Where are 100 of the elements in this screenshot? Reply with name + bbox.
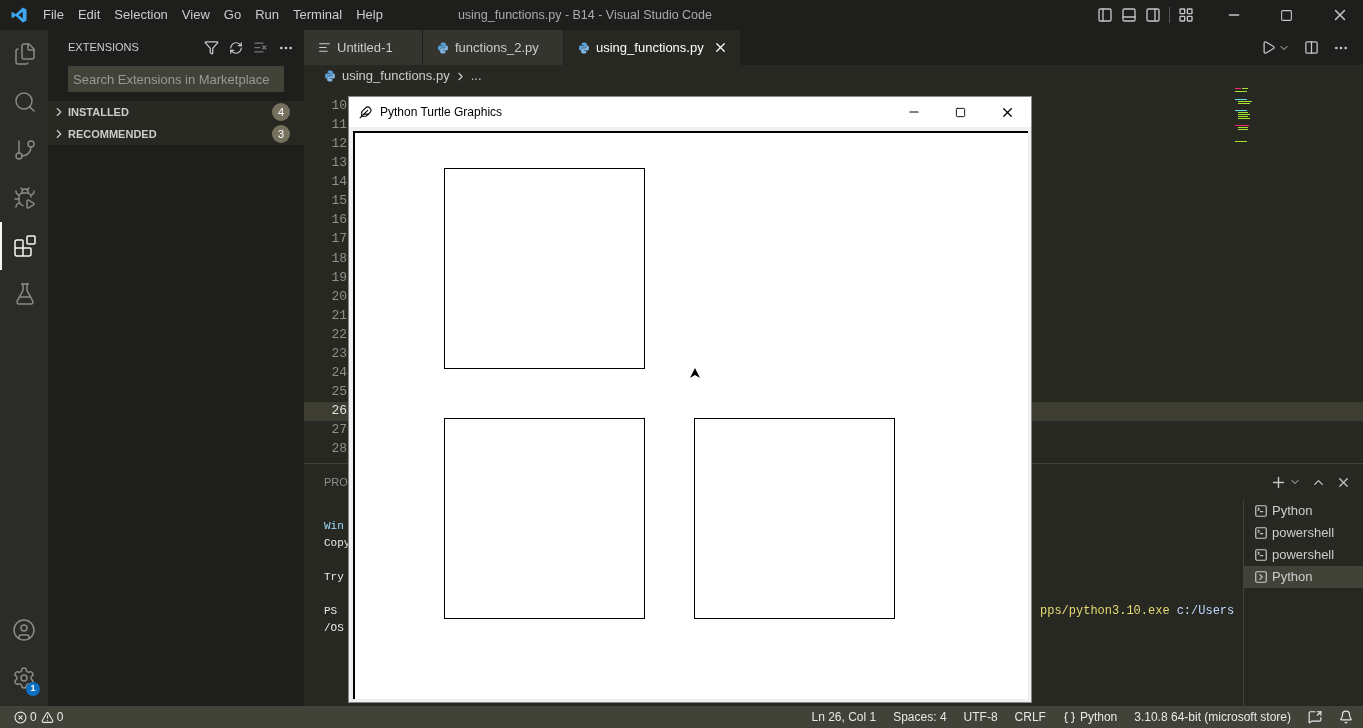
feather-icon — [359, 105, 372, 119]
line-number: 16 — [330, 211, 347, 230]
count-badge: 4 — [272, 103, 290, 121]
terminal-line: PS — [324, 604, 339, 619]
line-number: 27 — [330, 421, 347, 440]
files-icon — [13, 42, 37, 66]
error-count[interactable]: 0 — [30, 708, 37, 726]
customize-layout-icon[interactable] — [1178, 7, 1194, 23]
toggle-panel-icon[interactable] — [1121, 7, 1137, 23]
terminal-icon — [1254, 570, 1268, 584]
maximize-icon[interactable] — [955, 106, 966, 118]
line-ending[interactable]: CRLF — [1014, 708, 1046, 726]
extensions-icon — [13, 234, 37, 258]
account-icon — [12, 618, 36, 642]
editor-tab[interactable]: using_functions.py — [564, 30, 741, 65]
cursor-position[interactable]: Ln 26, Col 1 — [811, 708, 877, 726]
terminal-line: Win — [324, 519, 345, 534]
menu-item[interactable]: Edit — [70, 5, 108, 25]
line-number: 20 — [330, 287, 347, 306]
search-icon — [13, 90, 37, 114]
interpreter[interactable]: 3.10.8 64-bit (microsoft store) — [1134, 708, 1291, 726]
terminal-list-item[interactable]: powershell — [1244, 522, 1363, 544]
line-number: 22 — [330, 325, 347, 344]
search-field[interactable]: Search Extensions in Marketplace — [68, 66, 284, 92]
section-header[interactable]: INSTALLED 4 — [48, 101, 304, 123]
terminal-icon — [1254, 548, 1268, 562]
run-icon[interactable] — [1261, 40, 1276, 55]
section-header[interactable]: RECOMMENDED 3 — [48, 123, 304, 145]
editor-tab[interactable]: functions_2.py — [423, 30, 564, 65]
file-type-icon — [578, 41, 590, 54]
terminal-line: pps/python3.10.exe — [1040, 603, 1170, 620]
clear-list-icon[interactable] — [253, 40, 268, 55]
line-number: 23 — [330, 345, 347, 363]
terminal-line: /OS — [324, 621, 345, 636]
close-icon[interactable] — [713, 40, 728, 55]
window-title: Python Turtle Graphics — [380, 104, 503, 121]
menu-item[interactable]: Help — [349, 5, 390, 25]
run-debug-icon — [13, 186, 37, 210]
notifications-icon[interactable] — [1339, 710, 1353, 724]
line-number: 25 — [330, 383, 347, 402]
settings-icon — [12, 666, 36, 690]
terminal-name: Python — [1272, 502, 1313, 521]
terminal-line: Try — [324, 570, 345, 585]
file-type-icon — [324, 70, 336, 82]
menu-item[interactable]: File — [36, 5, 71, 25]
terminal-list-item[interactable]: Python — [1244, 500, 1363, 522]
breadcrumb-item[interactable]: using_functions.py — [342, 66, 450, 86]
tab-label: Untitled-1 — [337, 38, 393, 57]
feedback-icon[interactable] — [1308, 710, 1322, 724]
toggle-secondary-sidebar-icon[interactable] — [1145, 7, 1161, 23]
app-logo-icon — [10, 6, 28, 24]
terminal-icon — [1254, 526, 1268, 540]
terminal-list-item[interactable]: Python — [1244, 566, 1363, 588]
error-icon — [14, 710, 27, 724]
warning-count[interactable]: 0 — [56, 708, 64, 726]
notification-badge: 1 — [26, 682, 40, 696]
panel-tab[interactable]: PRO — [324, 473, 348, 491]
line-number: 18 — [330, 249, 347, 268]
line-number: 28 — [330, 440, 347, 459]
line-number: 11 — [330, 115, 347, 134]
terminal-icon — [1254, 504, 1268, 518]
menu-item[interactable]: Run — [248, 5, 286, 25]
refresh-icon[interactable] — [229, 40, 243, 55]
line-number: 21 — [330, 306, 347, 325]
menu-item[interactable]: Selection — [107, 5, 175, 25]
indentation[interactable]: Spaces: 4 — [893, 708, 947, 726]
menu-item[interactable]: Terminal — [286, 5, 350, 25]
line-number: 12 — [330, 135, 347, 153]
toggle-sidebar-icon[interactable] — [1097, 7, 1113, 23]
filter-icon[interactable] — [204, 40, 219, 55]
count-badge: 3 — [272, 125, 290, 143]
minimap-drawing — [1235, 88, 1252, 143]
terminal-name: Python — [1272, 568, 1313, 587]
tab-label: functions_2.py — [455, 38, 539, 57]
section-title: RECOMMENDED — [68, 126, 157, 142]
braces-icon — [1062, 710, 1076, 724]
file-type-icon — [437, 41, 449, 54]
activity-bar-item[interactable]: 1 — [0, 654, 48, 702]
line-number: 17 — [330, 230, 347, 249]
line-number: 19 — [330, 268, 347, 287]
line-number: 13 — [330, 154, 347, 173]
line-number: 10 — [330, 96, 347, 115]
encoding[interactable]: UTF-8 — [963, 708, 998, 726]
section-title: INSTALLED — [68, 104, 129, 120]
language-mode[interactable]: Python — [1079, 708, 1118, 726]
source-control-icon — [13, 138, 37, 162]
line-number: 26 — [330, 402, 347, 421]
file-type-icon — [318, 41, 331, 54]
menu-item[interactable]: View — [174, 5, 217, 25]
terminal-name: powershell — [1272, 524, 1335, 543]
menu-item[interactable]: Go — [216, 5, 249, 25]
terminal-list-item[interactable]: powershell — [1244, 544, 1363, 566]
split-editor-icon[interactable] — [1304, 40, 1319, 55]
warning-icon — [40, 710, 54, 724]
breadcrumb-item[interactable]: ... — [470, 66, 482, 86]
line-number: 14 — [330, 173, 347, 192]
line-number: 24 — [330, 364, 347, 383]
tab-label: using_functions.py — [596, 38, 704, 57]
window-title: using_functions.py - B14 - Visual Studio Code — [457, 6, 712, 24]
editor-tab[interactable]: Untitled-1 — [304, 30, 423, 65]
